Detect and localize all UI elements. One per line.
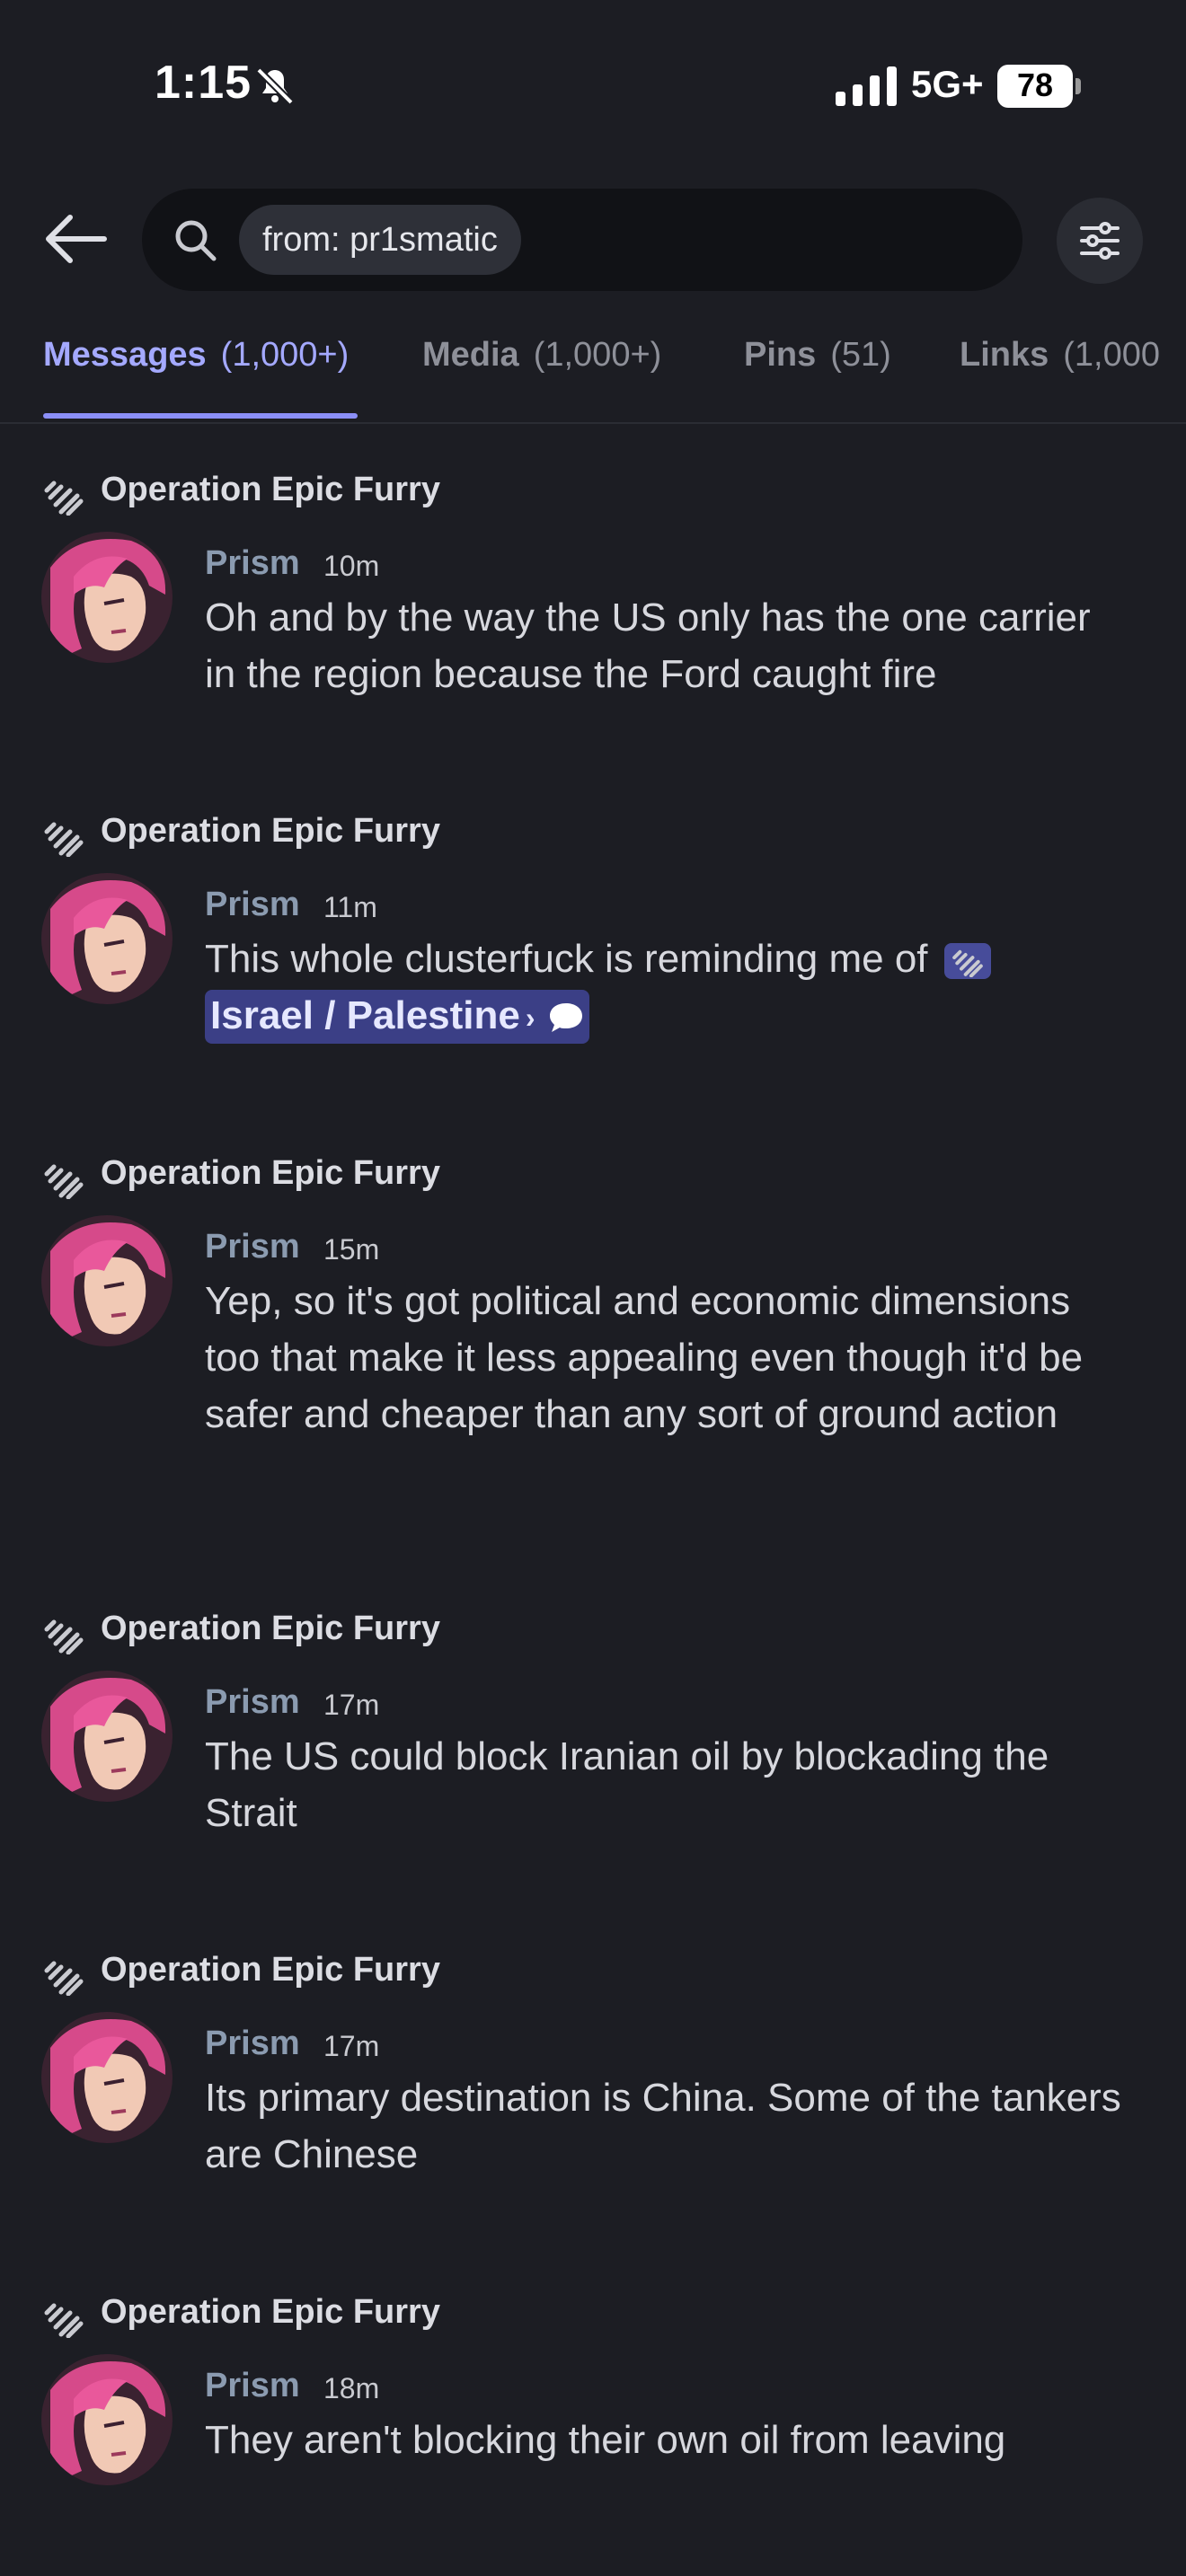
thread-icon: [951, 950, 983, 978]
search-icon: [175, 220, 217, 261]
thread-icon: [44, 2303, 84, 2338]
message-text: The US could block Iranian oil by blocka…: [205, 1734, 1049, 1835]
channel-name: Operation Epic Furry: [101, 1951, 440, 1989]
thread-icon: [44, 1961, 84, 1996]
avatar[interactable]: [41, 2354, 173, 2485]
sliders-icon: [1080, 222, 1120, 260]
author-name[interactable]: Prism: [205, 544, 300, 583]
thread-icon: [44, 1619, 84, 1654]
message-content: They aren't blocking their own oil from …: [205, 2412, 1121, 2468]
author-name[interactable]: Prism: [205, 1683, 300, 1722]
thread-mention[interactable]: Israel / Palestine ›: [205, 990, 589, 1045]
tab-pins[interactable]: Pins (51): [744, 336, 891, 375]
avatar[interactable]: [41, 1671, 173, 1802]
tab-media[interactable]: Media (1,000+): [422, 336, 661, 375]
message-timestamp: 18m: [323, 2372, 380, 2404]
avatar[interactable]: [41, 532, 173, 663]
signal-icon: [836, 66, 897, 106]
search-filter-chip[interactable]: from: pr1smatic: [239, 205, 521, 275]
message-timestamp: 10m: [323, 550, 380, 582]
message-timestamp: 17m: [323, 2030, 380, 2062]
active-tab-indicator: [43, 413, 358, 419]
filter-button[interactable]: [1057, 198, 1143, 284]
message-content: Yep, so it's got political and economic …: [205, 1273, 1121, 1442]
author-name[interactable]: Prism: [205, 1228, 300, 1266]
message-timestamp: 15m: [323, 1233, 380, 1266]
message-text: Yep, so it's got political and economic …: [205, 1279, 1084, 1436]
message-text: They aren't blocking their own oil from …: [205, 2418, 1006, 2462]
channel-name: Operation Epic Furry: [101, 471, 440, 508]
avatar[interactable]: [41, 2012, 173, 2143]
result-tabs: Messages (1,000+) Media (1,000+) Pins (51) …: [0, 323, 1186, 424]
tab-label: Media: [422, 336, 519, 374]
message-timestamp: 17m: [323, 1689, 380, 1721]
thread-mention-label: Israel / Palestine: [210, 993, 520, 1037]
tab-messages[interactable]: Messages (1,000+): [43, 336, 349, 375]
thread-icon: [44, 1164, 84, 1199]
channel-name: Operation Epic Furry: [101, 812, 440, 850]
battery-icon: 78: [997, 65, 1081, 108]
thread-icon: [44, 481, 84, 516]
back-arrow-icon[interactable]: [43, 212, 108, 266]
message-text: Its primary destination is China. Some o…: [205, 2076, 1121, 2176]
network-type: 5G+: [911, 63, 984, 105]
tab-label: Links: [960, 336, 1049, 374]
bell-muted-icon: [256, 67, 294, 105]
thread-mention-icon: [943, 943, 991, 980]
message-text: This whole clusterfuck is reminding me o…: [205, 937, 928, 981]
avatar[interactable]: [41, 1215, 173, 1346]
avatar[interactable]: [41, 873, 173, 1004]
author-name[interactable]: Prism: [205, 2025, 300, 2063]
message-content: This whole clusterfuck is reminding me o…: [205, 931, 1121, 1045]
message-text: Oh and by the way the US only has the on…: [205, 595, 1091, 696]
message-timestamp: 11m: [323, 891, 377, 923]
author-name[interactable]: Prism: [205, 886, 300, 924]
tab-label: Messages: [43, 336, 207, 374]
author-name[interactable]: Prism: [205, 2367, 300, 2405]
tab-count: (1,000+): [533, 336, 662, 374]
message-content: The US could block Iranian oil by blocka…: [205, 1728, 1121, 1841]
chat-bubble-icon: [549, 1003, 582, 1033]
tab-count: (1,000: [1063, 336, 1160, 374]
chevron-right-icon: ›: [525, 1001, 535, 1035]
channel-name: Operation Epic Furry: [101, 2293, 440, 2331]
message-content: Oh and by the way the US only has the on…: [205, 589, 1121, 702]
tab-label: Pins: [744, 336, 817, 374]
search-bar[interactable]: from: pr1smatic: [142, 189, 1022, 291]
clock: 1:15: [155, 57, 252, 109]
tab-count: (51): [830, 336, 891, 374]
tab-count: (1,000+): [220, 336, 350, 374]
battery-level: 78: [1016, 66, 1054, 103]
channel-name: Operation Epic Furry: [101, 1154, 440, 1192]
tab-links[interactable]: Links (1,000: [960, 336, 1160, 375]
thread-icon: [44, 822, 84, 857]
status-bar: 1:15 5G+ 78: [0, 0, 1186, 171]
channel-name: Operation Epic Furry: [101, 1610, 440, 1647]
message-content: Its primary destination is China. Some o…: [205, 2069, 1121, 2183]
